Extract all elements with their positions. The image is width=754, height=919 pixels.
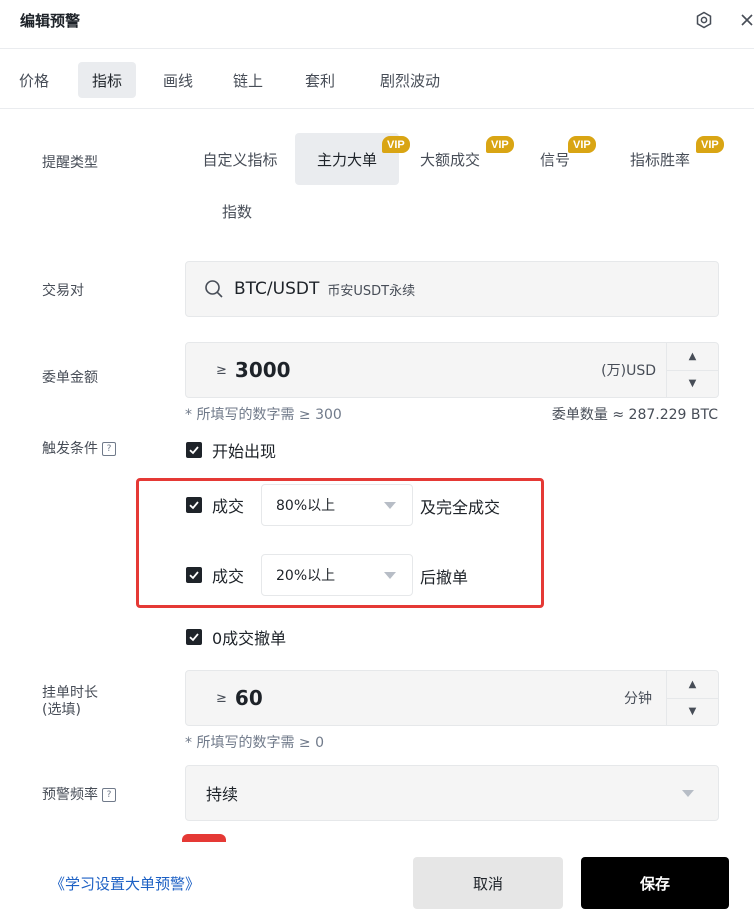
vip-badge: VIP [568,136,596,153]
fill-cancel-prefix: 成交 [212,567,245,586]
quantity-hint: 委单数量 ≈ 287.229 BTC [551,407,718,423]
alert-type-label: 提醒类型 [42,155,98,171]
increment-icon[interactable]: ▲ [667,343,718,371]
duration-value[interactable]: 60 [235,686,263,710]
amount-prefix: ≥ [216,362,227,378]
checkbox-checked-icon[interactable] [186,567,202,583]
tab-volatility[interactable]: 剧烈波动 [365,62,455,98]
pair-market: 币安USDT永续 [327,283,416,299]
duration-prefix: ≥ [216,690,227,706]
tab-price[interactable]: 价格 [8,62,60,98]
zero-cancel-label: 0成交撤单 [212,629,287,648]
duration-label-line2: (选填) [42,702,81,718]
duration-hint: * 所填写的数字需 ≥ 0 [185,735,324,751]
trigger-label: 触发条件? [42,438,116,458]
decrement-icon[interactable]: ▼ [667,371,718,398]
start-checkbox[interactable]: 开始出现 [186,438,276,462]
decrement-icon[interactable]: ▼ [667,699,718,726]
order-amount-input[interactable]: ≥ 3000 (万)USD ▲ ▼ [185,342,719,398]
fill-full-suffix: 及完全成交 [420,498,501,517]
increment-icon[interactable]: ▲ [667,671,718,699]
duration-input[interactable]: ≥ 60 分钟 ▲ ▼ [185,670,719,726]
cancel-button[interactable]: 取消 [413,857,563,909]
duration-unit: 分钟 [624,691,652,707]
option-index[interactable]: 指数 [210,185,264,237]
help-icon[interactable]: ? [102,788,116,802]
checkbox-checked-icon[interactable] [186,497,202,513]
frequency-label: 预警频率? [42,784,116,804]
frequency-selected: 持续 [206,785,239,804]
trigger-label-text: 触发条件 [42,441,98,457]
pair-symbol: BTC/USDT [234,279,320,299]
vip-badge: VIP [696,136,724,153]
pair-selector[interactable]: BTC/USDT 币安USDT永续 [185,261,719,317]
fill-cancel-selected: 20%以上 [276,568,336,584]
learn-link[interactable]: 《学习设置大单预警》 [50,873,200,894]
fill-cancel-suffix: 后撤单 [420,568,469,587]
fill-full-dropdown[interactable]: 80%以上 [261,484,413,526]
checkbox-checked-icon[interactable] [186,629,202,645]
duration-stepper[interactable]: ▲ ▼ [666,671,718,725]
pair-label: 交易对 [42,283,84,299]
checkbox-checked-icon[interactable] [186,442,202,458]
fill-cancel-dropdown[interactable]: 20%以上 [261,554,413,596]
chevron-down-icon [682,789,694,797]
save-button[interactable]: 保存 [581,857,729,909]
dialog-title: 编辑预警 [20,12,81,30]
fill-full-selected: 80%以上 [276,498,336,514]
header-divider [0,48,754,49]
frequency-label-text: 预警频率 [42,787,98,803]
chevron-down-icon [384,571,396,579]
order-amount-label: 委单金额 [42,370,98,386]
start-label: 开始出现 [212,442,277,461]
tab-onchain[interactable]: 链上 [222,62,274,98]
fill-full-row: 成交 [186,484,244,526]
duration-label-line1: 挂单时长 [42,685,98,701]
close-icon[interactable] [736,9,754,31]
tab-drawing[interactable]: 画线 [152,62,204,98]
duration-label: 挂单时长 (选填) [42,685,98,719]
option-large-trade[interactable]: 大额成交 [410,133,490,185]
chevron-down-icon [384,501,396,509]
vip-badge: VIP [382,136,410,153]
search-icon [204,279,224,299]
amount-unit: (万)USD [601,363,656,379]
tab-arbitrage[interactable]: 套利 [294,62,346,98]
amount-value[interactable]: 3000 [235,358,291,382]
fill-full-prefix: 成交 [212,497,245,516]
tabs-divider [0,108,754,109]
amount-hint: * 所填写的数字需 ≥ 300 [185,407,342,423]
tab-indicator[interactable]: 指标 [78,62,136,98]
help-icon[interactable]: ? [102,442,116,456]
vip-badge: VIP [486,136,514,153]
frequency-dropdown[interactable]: 持续 [185,765,719,821]
fill-cancel-row: 成交 [186,554,244,596]
gear-circle-icon[interactable] [693,9,715,31]
zero-cancel-checkbox[interactable]: 0成交撤单 [186,625,286,649]
option-custom-indicator[interactable]: 自定义指标 [190,133,290,185]
option-indicator-winrate[interactable]: 指标胜率 [620,133,700,185]
amount-stepper[interactable]: ▲ ▼ [666,343,718,397]
